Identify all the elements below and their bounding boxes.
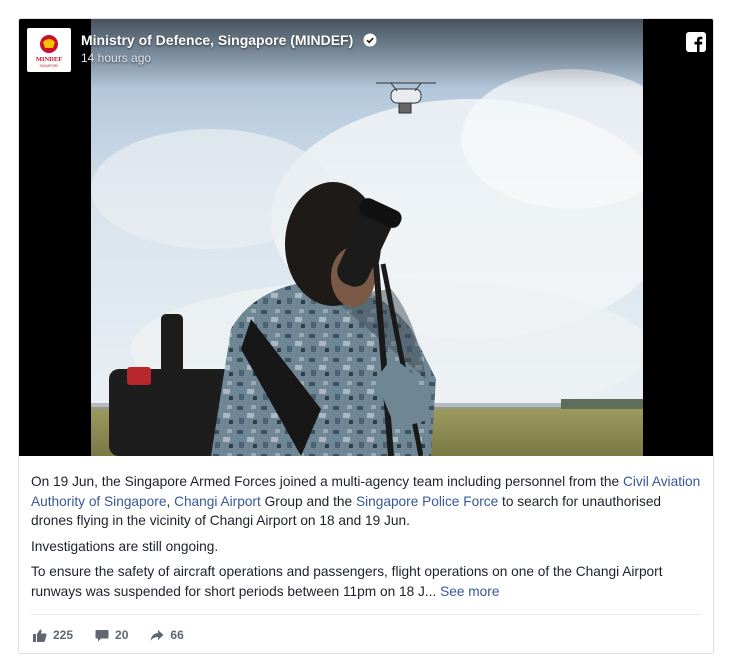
post-card: MINDEF SINGAPORE Ministry of Defence, Si…: [18, 18, 714, 654]
facebook-icon[interactable]: [685, 31, 707, 53]
logo-text: MINDEF: [36, 56, 62, 63]
logo-subtext: SINGAPORE: [40, 64, 59, 68]
link-changi-airport[interactable]: Changi Airport: [174, 494, 261, 509]
like-icon: [33, 629, 47, 642]
comment-stat[interactable]: 20: [95, 628, 128, 642]
share-count: 66: [170, 628, 184, 642]
post-paragraph-3: To ensure the safety of aircraft operati…: [31, 562, 703, 601]
verified-badge-icon: [363, 33, 377, 47]
post-text-1a: On 19 Jun, the Singapore Armed Forces jo…: [31, 474, 623, 489]
post-body-text: On 19 Jun, the Singapore Armed Forces jo…: [31, 472, 703, 607]
page-name[interactable]: Ministry of Defence, Singapore (MINDEF): [81, 32, 377, 48]
post-text-1b: ,: [166, 493, 175, 509]
post-footer: 225 20 66: [33, 625, 206, 645]
page-name-text[interactable]: Ministry of Defence, Singapore (MINDEF): [81, 32, 353, 48]
share-stat[interactable]: 66: [150, 628, 184, 642]
post-text-1c: Group and the: [260, 493, 356, 509]
like-count: 225: [53, 628, 74, 642]
comment-count: 20: [115, 628, 129, 642]
post-paragraph-1: On 19 Jun, the Singapore Armed Forces jo…: [31, 472, 703, 531]
post-paragraph-2: Investigations are still ongoing.: [31, 538, 219, 554]
timestamp[interactable]: 14 hours ago: [81, 51, 151, 65]
post-media[interactable]: MINDEF SINGAPORE Ministry of Defence, Si…: [19, 19, 713, 456]
post-text-3: To ensure the safety of aircraft operati…: [31, 564, 663, 599]
see-more-link[interactable]: See more: [440, 584, 499, 599]
footer-divider: [31, 614, 701, 615]
mindef-crest-icon: MINDEF SINGAPORE: [36, 35, 62, 68]
share-icon: [150, 629, 164, 641]
comment-icon: [95, 629, 109, 641]
like-stat[interactable]: 225: [33, 628, 73, 642]
post-header: MINDEF SINGAPORE Ministry of Defence, Si…: [19, 19, 713, 89]
mindef-logo[interactable]: MINDEF SINGAPORE: [27, 28, 71, 72]
link-singapore-police-force[interactable]: Singapore Police Force: [356, 494, 498, 509]
